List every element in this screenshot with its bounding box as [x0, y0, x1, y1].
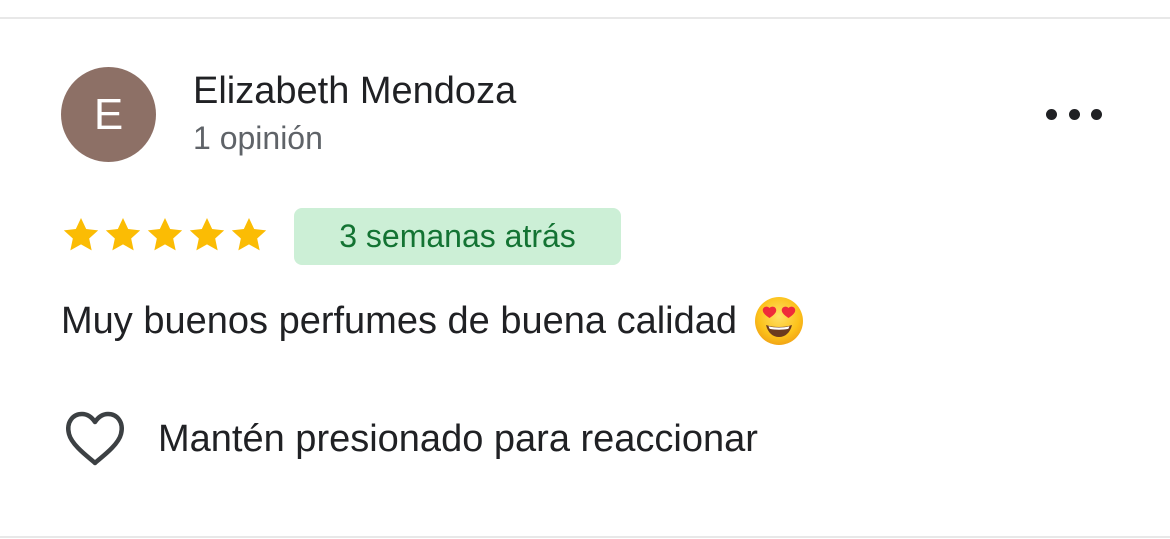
star-icon [147, 218, 183, 251]
review-text: Muy buenos perfumes de buena calidad [61, 295, 805, 347]
bottom-divider [0, 536, 1170, 538]
avatar[interactable]: E [61, 67, 156, 162]
star-rating [61, 215, 269, 255]
author-name[interactable]: Elizabeth Mendoza [193, 70, 516, 113]
review-count: 1 opinión [193, 120, 323, 156]
heart-outline-icon [66, 411, 124, 466]
review-body: Muy buenos perfumes de buena calidad [61, 299, 738, 342]
star-icon [231, 218, 267, 251]
avatar-initial: E [93, 89, 124, 139]
top-divider [0, 17, 1170, 19]
star-icon [63, 218, 99, 251]
star-icon [105, 218, 141, 251]
more-horizontal-icon [1068, 108, 1080, 120]
date-badge: 3 semanas atrás [294, 208, 621, 265]
react-label: Mantén presionado para reaccionar [158, 417, 758, 460]
more-options-button[interactable] [1046, 98, 1102, 130]
more-horizontal-icon [1046, 108, 1057, 120]
star-icon [189, 218, 225, 251]
react-button[interactable]: Mantén presionado para reaccionar [64, 410, 758, 468]
more-horizontal-icon [1091, 108, 1102, 120]
smiling-face-with-heart-eyes-icon [755, 297, 804, 345]
